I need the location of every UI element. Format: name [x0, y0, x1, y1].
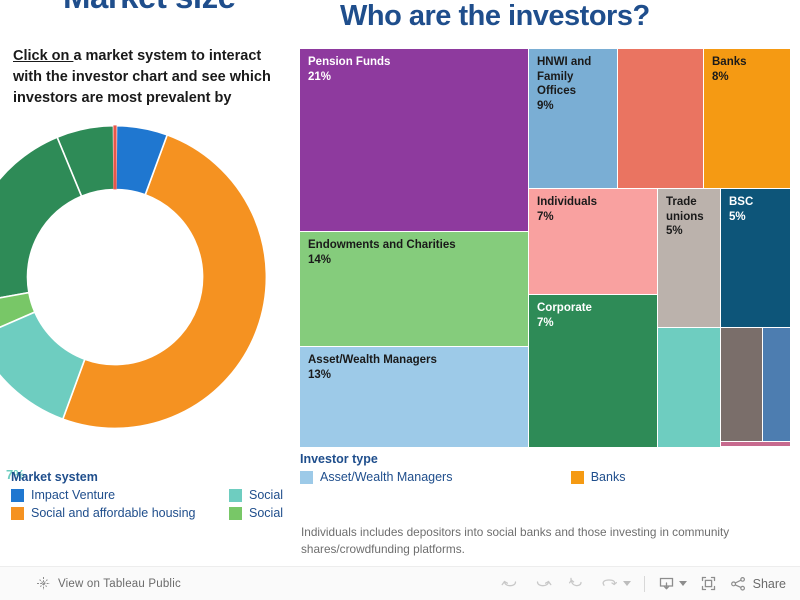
legend-investor-type: Investor type Asset/Wealth Managers Bank…: [300, 452, 720, 484]
treemap-tile-asset-wealth-managers[interactable]: Asset/Wealth Managers 13%: [300, 347, 528, 447]
download-icon[interactable]: [658, 575, 675, 592]
toolbar-divider: [643, 575, 645, 592]
treemap-value-trade-unions: 5%: [666, 225, 683, 237]
legend-swatch-social-and-affordable-housing: [11, 506, 24, 520]
legend-market-system: Market system Impact Venture Social and …: [11, 470, 301, 520]
page-title-market-size: Market size: [63, 0, 236, 16]
treemap-tile-hnwi-and-family-offices[interactable]: HNWI and Family Offices 9%: [529, 49, 617, 188]
treemap-value-corporate: 7%: [537, 316, 554, 329]
view-on-tableau-public-label: View on Tableau Public: [58, 577, 181, 590]
treemap-tile-individuals[interactable]: Individuals 7%: [529, 189, 657, 294]
download-menu[interactable]: [658, 575, 687, 592]
legend-label-social-and-affordable-housing: Social and affordable housing: [31, 506, 196, 520]
legend-label-investor-banks: Banks: [590, 470, 626, 484]
treemap-label-asset-wealth-managers: Asset/Wealth Managers: [308, 354, 437, 366]
treemap-tile-unlabeled-brown[interactable]: [721, 328, 762, 441]
treemap-tile-unlabeled-teal[interactable]: [658, 328, 720, 447]
chevron-down-icon[interactable]: [678, 581, 687, 586]
treemap-chart[interactable]: Pension Funds 21% Endowments and Chariti…: [300, 49, 790, 447]
legend-item-investor-asset-wealth-managers[interactable]: Asset/Wealth Managers: [300, 470, 571, 484]
treemap-label-trade-unions: Trade unions: [666, 196, 704, 223]
treemap-label-individuals: Individuals: [537, 196, 598, 208]
treemap-tile-unlabeled-coral[interactable]: [618, 49, 703, 188]
treemap-tile-bsc[interactable]: BSC 5%: [721, 189, 790, 327]
fullscreen-icon[interactable]: [700, 575, 717, 592]
legend-item-social-green[interactable]: Social: [229, 506, 301, 520]
legend-item-impact-venture[interactable]: Impact Venture: [11, 488, 229, 502]
share-icon[interactable]: [730, 576, 747, 592]
instruction-text: Click on a market system to interact wit…: [13, 46, 285, 109]
treemap-tile-unlabeled-pink-sliver[interactable]: [721, 442, 790, 446]
treemap-value-individuals: 7%: [537, 210, 554, 223]
treemap-value-pension-funds: 21%: [308, 70, 332, 83]
treemap-tile-corporate[interactable]: Corporate 7%: [529, 295, 657, 447]
legend-investor-type-title: Investor type: [300, 452, 378, 466]
donut-slice-divider: [113, 125, 117, 190]
revert-icon[interactable]: [566, 576, 586, 592]
treemap-label-pension-funds: Pension Funds: [308, 56, 391, 68]
share-label: Share: [752, 576, 786, 591]
right-panel: Pension Funds 21% Endowments and Chariti…: [296, 0, 800, 560]
instruction-link[interactable]: Click on: [13, 48, 73, 64]
treemap-tile-unlabeled-steel-blue[interactable]: [763, 328, 790, 441]
refresh-menu[interactable]: [599, 576, 631, 592]
donut-chart[interactable]: [0, 118, 290, 436]
treemap-tile-pension-funds[interactable]: Pension Funds 21%: [300, 49, 528, 231]
treemap-value-banks: 8%: [712, 70, 729, 83]
legend-item-social-teal[interactable]: Social: [229, 488, 301, 502]
footnote-text: Individuals includes depositors into soc…: [301, 525, 730, 556]
left-panel: Click on a market system to interact wit…: [0, 40, 296, 560]
undo-icon[interactable]: [500, 576, 520, 592]
legend-item-social-and-affordable-housing[interactable]: Social and affordable housing: [11, 506, 229, 520]
treemap-label-endowments-and-charities: Endowments and Charities: [308, 239, 456, 251]
treemap-label-bsc: BSC: [729, 196, 754, 208]
tableau-logo-icon: [36, 576, 51, 591]
legend-swatch-investor-banks: [570, 470, 584, 484]
treemap-value-bsc: 5%: [729, 210, 746, 223]
tableau-viz-container: Market size Who are the investors? Click…: [0, 0, 800, 600]
tableau-toolbar: View on Tableau Public Share: [0, 566, 800, 600]
redo-icon[interactable]: [533, 576, 553, 592]
legend-swatch-social-teal: [229, 488, 242, 502]
treemap-tile-banks[interactable]: Banks 8%: [704, 49, 790, 188]
legend-swatch-social-green: [229, 506, 242, 520]
treemap-value-asset-wealth-managers: 13%: [308, 368, 332, 381]
legend-label-social-green: Social: [249, 506, 284, 520]
treemap-value-endowments-and-charities: 14%: [308, 253, 332, 266]
treemap-label-banks: Banks: [712, 56, 747, 68]
treemap-value-hnwi-and-family-offices: 9%: [537, 99, 554, 112]
treemap-tile-endowments-and-charities[interactable]: Endowments and Charities 14%: [300, 232, 528, 346]
treemap-label-corporate: Corporate: [537, 302, 592, 314]
treemap-label-hnwi-and-family-offices: HNWI and Family Offices: [537, 56, 592, 97]
legend-swatch-investor-asset-wealth-managers: [300, 470, 313, 484]
legend-item-investor-banks[interactable]: Banks: [570, 470, 720, 484]
treemap-tile-trade-unions[interactable]: Trade unions 5%: [658, 189, 720, 327]
legend-label-impact-venture: Impact Venture: [31, 488, 116, 502]
chevron-down-icon[interactable]: [622, 581, 631, 586]
view-on-tableau-public-button[interactable]: View on Tableau Public: [36, 576, 181, 591]
legend-label-social-teal: Social: [249, 488, 284, 502]
share-button[interactable]: Share: [730, 576, 786, 592]
legend-swatch-impact-venture: [11, 488, 24, 502]
donut-chart-svg[interactable]: [0, 118, 290, 436]
toolbar-actions: Share: [500, 575, 786, 592]
legend-label-investor-asset-wealth-managers: Asset/Wealth Managers: [320, 470, 453, 484]
refresh-icon[interactable]: [599, 576, 619, 592]
legend-market-system-title: Market system: [11, 470, 98, 484]
